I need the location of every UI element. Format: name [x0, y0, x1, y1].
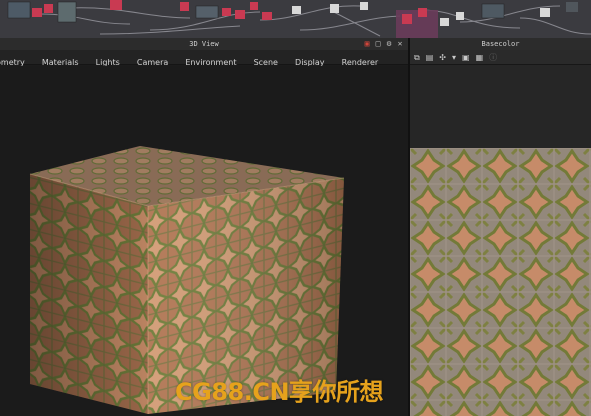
maximize-icon[interactable]: □	[374, 39, 382, 48]
close-icon[interactable]: ✕	[396, 39, 404, 48]
node-graph[interactable]	[0, 0, 591, 38]
scene-icon[interactable]: ▣	[363, 39, 371, 48]
copy-icon[interactable]: ⧉	[414, 50, 420, 65]
basecolor-title-bar: Basecolor	[410, 38, 591, 50]
gear-icon[interactable]: ⚙	[385, 39, 393, 48]
3d-viewport[interactable]	[0, 66, 408, 416]
channel-icon[interactable]: ✣	[439, 50, 446, 65]
basecolor-texture	[410, 148, 591, 416]
view3d-title-icons: ▣ □ ⚙ ✕	[363, 39, 404, 48]
basecolor-panel: Basecolor ⧉ ▤ ✣ ▾ ▣ ▦ ⓘ	[410, 38, 591, 416]
basecolor-texture-preview[interactable]	[410, 148, 591, 416]
view3d-title: 3D View	[189, 40, 219, 48]
view3d-panel: 3D View ▣ □ ⚙ ✕ ometry Materials Lights …	[0, 38, 408, 416]
view3d-title-bar: 3D View ▣ □ ⚙ ✕	[0, 38, 408, 50]
basecolor-empty-area	[410, 66, 591, 148]
basecolor-toolbar: ⧉ ▤ ✣ ▾ ▣ ▦ ⓘ	[410, 50, 591, 65]
dropdown-icon[interactable]: ▾	[452, 50, 456, 65]
info-icon[interactable]: ⓘ	[489, 50, 497, 65]
save-icon[interactable]: ▤	[426, 50, 434, 65]
node-graph-canvas[interactable]	[0, 0, 591, 38]
textured-cube[interactable]	[0, 66, 408, 416]
view3d-menubar: ometry Materials Lights Camera Environme…	[0, 50, 408, 67]
image-icon[interactable]: ▣	[462, 50, 470, 65]
basecolor-title: Basecolor	[481, 40, 520, 48]
watermark-text: CG88.CN享你所想	[175, 378, 384, 406]
grid-icon[interactable]: ▦	[476, 50, 484, 65]
